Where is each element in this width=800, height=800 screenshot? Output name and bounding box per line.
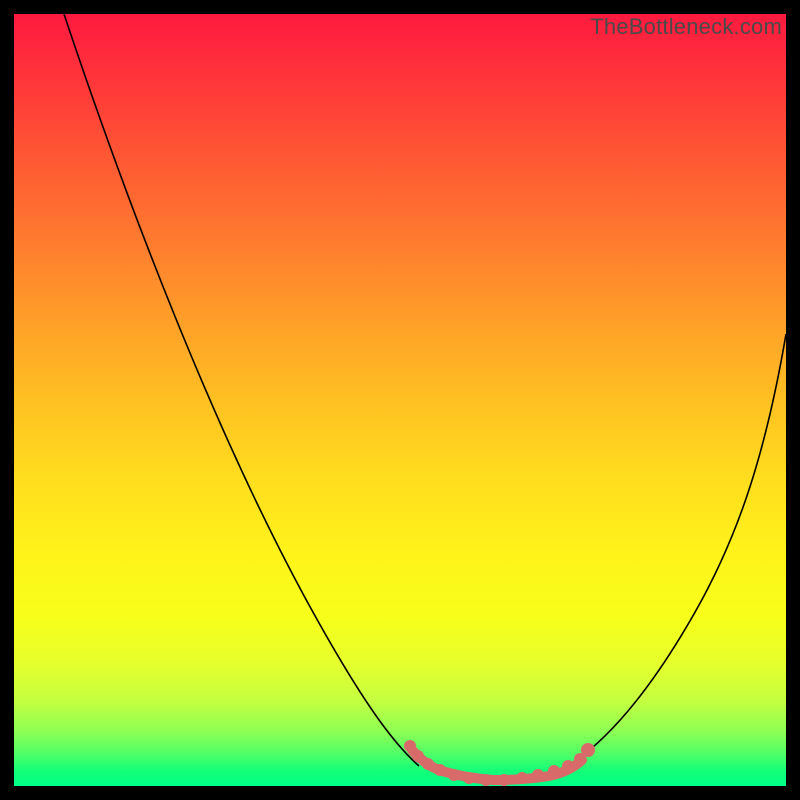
chart-frame: TheBottleneck.com: [14, 14, 786, 786]
right-curve: [574, 334, 786, 762]
left-curve: [64, 14, 419, 766]
watermark-text: TheBottleneck.com: [590, 14, 782, 40]
flat-valley-dots: [404, 740, 595, 786]
curve-overlay: [14, 14, 786, 786]
